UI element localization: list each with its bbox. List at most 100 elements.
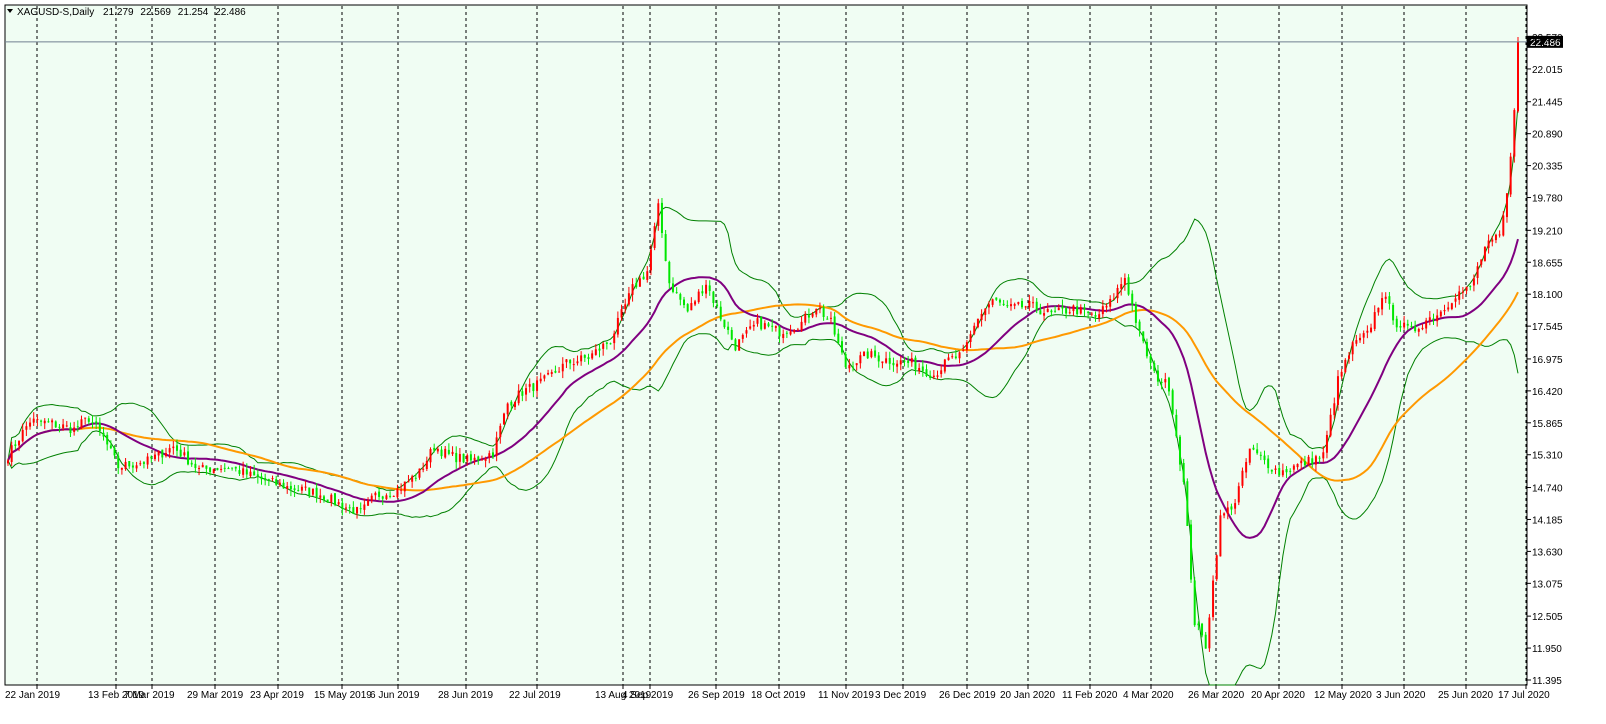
candle-body <box>991 299 994 305</box>
candle-body <box>1212 580 1215 618</box>
candle-body <box>958 352 961 359</box>
candle-body <box>495 437 498 456</box>
y-tick-label: 20.335 <box>1532 162 1563 173</box>
candle-body <box>278 482 281 485</box>
candle-body <box>1318 457 1321 459</box>
x-tick-label: 29 Mar 2019 <box>187 690 244 701</box>
candle-body <box>436 448 439 452</box>
candle-body <box>1167 377 1170 392</box>
chart-window[interactable]: 22.486 22 Jan 2019 13 Feb 2019 7 Mar 2019 2… <box>0 0 1606 724</box>
candle-body <box>367 500 370 506</box>
candle-body <box>918 367 921 371</box>
candle-body <box>249 471 252 477</box>
candle-body <box>852 366 855 368</box>
candle-body <box>907 360 910 363</box>
candle-body <box>671 283 674 292</box>
candle-body <box>510 401 513 406</box>
candle-body <box>1230 506 1233 510</box>
candle-body <box>1204 634 1207 649</box>
candle-body <box>532 383 535 392</box>
candle-body <box>804 314 807 323</box>
candle-body <box>87 418 90 422</box>
candle-body <box>286 486 289 489</box>
candle-body <box>1127 277 1130 295</box>
candle-body <box>234 466 237 469</box>
candle-body <box>1193 580 1196 626</box>
candle-body <box>1145 341 1148 357</box>
ohlc-open: 21.279 <box>103 7 134 18</box>
candle-body <box>1300 460 1303 464</box>
candle-body <box>620 309 623 318</box>
candle-body <box>43 420 46 424</box>
candle-body <box>1028 300 1031 308</box>
candle-body <box>826 318 829 320</box>
candle-body <box>848 365 851 369</box>
candle-body <box>466 455 469 462</box>
candle-body <box>631 284 634 295</box>
candle-body <box>69 427 72 434</box>
x-tick-label: 26 Sep 2019 <box>688 690 745 701</box>
candle-body <box>745 330 748 334</box>
x-tick-label: 7 Mar 2019 <box>124 690 175 701</box>
candle-body <box>201 464 204 468</box>
candle-body <box>1351 342 1354 355</box>
candle-body <box>947 357 950 361</box>
candle-body <box>1270 469 1273 472</box>
y-tick-label: 17.545 <box>1532 322 1563 333</box>
candle-body <box>1410 325 1413 327</box>
candle-body <box>293 488 296 491</box>
candle-body <box>40 420 43 422</box>
y-tick-label: 14.740 <box>1532 484 1563 495</box>
candle-body <box>326 499 329 503</box>
candle-body <box>469 454 472 461</box>
candle-body <box>1160 381 1163 383</box>
candle-body <box>1009 304 1012 307</box>
candle-body <box>440 449 443 457</box>
price-chart[interactable]: 22.486 22 Jan 2019 13 Feb 20197 Mar 2019 2… <box>0 0 1606 724</box>
candle-body <box>1208 617 1211 649</box>
candle-body <box>1098 314 1101 319</box>
candle-body <box>300 486 303 491</box>
candle-body <box>741 334 744 339</box>
y-tick-label: 14.185 <box>1532 515 1563 526</box>
candle-body <box>987 304 990 308</box>
candle-body <box>903 360 906 362</box>
candle-body <box>646 271 649 280</box>
candle-body <box>1417 328 1420 332</box>
candle-body <box>1068 312 1071 314</box>
candle-body <box>1101 306 1104 315</box>
candle-body <box>1359 337 1362 341</box>
candle-body <box>91 422 94 424</box>
candle-body <box>910 358 913 363</box>
candle-body <box>161 449 164 458</box>
candle-body <box>506 403 509 415</box>
candle-body <box>660 202 663 234</box>
candle-body <box>613 333 616 344</box>
candle-body <box>554 370 557 373</box>
candle-body <box>635 282 638 288</box>
x-tick-label: 11 Nov 2019 <box>818 690 874 701</box>
candle-body <box>638 278 641 287</box>
candle-body <box>1043 313 1046 316</box>
candle-body <box>47 421 50 423</box>
candle-body <box>1142 331 1145 342</box>
candle-body <box>289 485 292 490</box>
candle-body <box>1123 278 1126 285</box>
candle-body <box>370 495 373 501</box>
candle-body <box>892 362 895 366</box>
plot-area <box>4 4 1528 686</box>
candle-body <box>473 457 476 461</box>
candle-body <box>969 334 972 342</box>
candle-body <box>627 293 630 305</box>
candle-body <box>789 331 792 335</box>
candle-body <box>943 359 946 372</box>
candle-body <box>238 470 241 474</box>
candle-body <box>1134 304 1137 323</box>
candle-body <box>547 372 550 375</box>
candle-body <box>345 507 348 509</box>
candle-body <box>76 426 79 428</box>
candle-body <box>984 308 987 315</box>
candle-body <box>569 359 572 364</box>
candle-body <box>1502 215 1505 236</box>
candle-body <box>109 445 112 449</box>
